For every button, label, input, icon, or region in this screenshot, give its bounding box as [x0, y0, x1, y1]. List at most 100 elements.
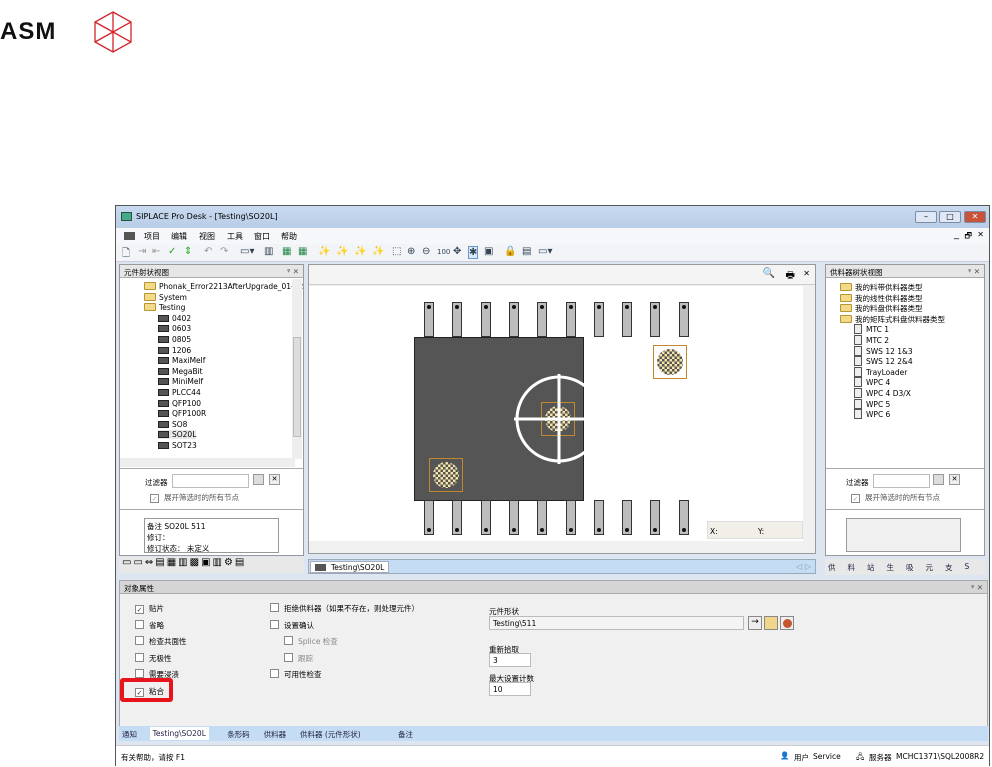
repick-input[interactable]: 3 — [489, 653, 531, 667]
pin-close-icons[interactable]: ᵠ ✕ — [971, 583, 983, 592]
menu-help[interactable]: 帮助 — [281, 231, 297, 242]
properties-tab[interactable]: 备注 — [398, 729, 413, 740]
checkbox-unchecked[interactable] — [135, 636, 144, 645]
mdi-close-button[interactable]: ✕ — [977, 230, 984, 239]
menu-tools[interactable]: 工具 — [227, 231, 243, 242]
menu-view[interactable]: 视图 — [199, 231, 215, 242]
checkbox-unchecked[interactable] — [284, 636, 293, 645]
feeder-panel-tab[interactable]: 料 — [848, 562, 856, 573]
mdi-minimize-button[interactable]: _ — [954, 229, 959, 240]
new-icon[interactable]: 🗋 — [122, 246, 130, 263]
tree-item[interactable]: 0402 — [158, 314, 191, 323]
pin-close-icons[interactable]: ᵠ ✕ — [287, 267, 299, 276]
properties-tab[interactable]: 供料器 (元件形状) — [300, 729, 361, 740]
tree-item[interactable]: 我的线性供料器类型 — [840, 293, 923, 304]
tree-item[interactable]: MiniMelf — [158, 377, 203, 386]
checkbox-unchecked[interactable] — [135, 652, 144, 662]
left-panel-tab-strip[interactable]: ▭▭⇔▤▦▥▩▣▥⚙▤ — [119, 557, 304, 573]
tree-item[interactable]: SOT23 — [158, 441, 197, 450]
zoom-out-icon[interactable]: ⊖ — [422, 246, 430, 257]
filter-apply-button[interactable] — [253, 474, 264, 485]
properties-tab[interactable]: Testing\SO20L — [149, 727, 209, 740]
zoom-100-icon[interactable]: 100 — [437, 248, 450, 256]
checkbox-unchecked[interactable] — [270, 669, 279, 678]
go-to-shape-button[interactable]: → — [748, 616, 762, 630]
checkbox-unchecked[interactable] — [135, 619, 144, 629]
tree-item[interactable]: QFP100 — [158, 399, 201, 408]
tree-item[interactable]: WPC 5 — [854, 398, 890, 409]
menu-project[interactable]: 项目 — [144, 231, 160, 242]
board2-icon[interactable]: ▦ — [298, 246, 307, 257]
tree-item[interactable]: QFP100R — [158, 409, 206, 418]
checkbox-unchecked[interactable] — [270, 603, 279, 612]
tree-vscrollbar[interactable] — [292, 279, 302, 459]
tab-scroll-arrows[interactable]: ◁ ▷ — [796, 562, 811, 571]
tree-item[interactable]: SWS 12 1&3 — [854, 345, 913, 356]
checkbox-col1-5[interactable]: ✓ 粘合 — [135, 686, 164, 697]
doc-tab-testing-so20l[interactable]: Testing\SO20L — [310, 561, 390, 573]
wand2-icon[interactable]: ✨ — [336, 246, 348, 257]
tree-item[interactable]: SO20L — [158, 430, 197, 440]
close-viewer-icon[interactable]: ✕ — [803, 269, 810, 278]
tree-item[interactable]: Phonak_Error2213AfterUpgrade_01-82 — [144, 282, 303, 291]
checkbox-col1-1[interactable]: 省略 — [135, 619, 164, 631]
filter-apply-button[interactable] — [933, 474, 944, 485]
open-folder-button[interactable] — [764, 616, 778, 630]
clear-shape-button[interactable] — [780, 616, 794, 630]
zoom-area-icon[interactable]: ⬚ — [392, 246, 401, 257]
tree-item[interactable]: WPC 4 — [854, 377, 890, 388]
checkbox-col1-4[interactable]: 需要浸渍 — [135, 669, 179, 680]
tree-item[interactable]: MTC 2 — [854, 335, 889, 345]
tree-item[interactable]: SWS 12 2&4 — [854, 356, 913, 367]
board-icon[interactable]: ▦ — [282, 246, 291, 257]
wand1-icon[interactable]: ✨ — [318, 246, 330, 257]
layout-icon[interactable]: ▭▾ — [538, 246, 552, 257]
outdent-icon[interactable]: ⇤ — [152, 246, 160, 257]
feeder-filter-input[interactable] — [873, 474, 930, 488]
panel-icon[interactable]: ▥ — [264, 246, 273, 257]
undo-icon[interactable]: ↶ — [204, 246, 212, 257]
menu-edit[interactable]: 编辑 — [171, 231, 187, 242]
search-icon[interactable]: 🔍 — [763, 268, 775, 279]
close-button[interactable]: ✕ — [964, 211, 986, 223]
checkbox-unchecked[interactable] — [284, 652, 293, 662]
checkbox-checked[interactable]: ✓ — [135, 605, 144, 614]
checkbox-col2-0[interactable]: 拒绝供料器（如果不存在，则处理元件） — [270, 603, 419, 614]
notes-box[interactable]: 备注 SO20L 511 修订： 修订状态： 未定义 — [144, 518, 279, 553]
indent-icon[interactable]: ⇥ — [138, 246, 146, 257]
tree-item[interactable]: 1206 — [158, 346, 191, 355]
wand4-icon[interactable]: ✨ — [372, 246, 384, 257]
feeder-panel-tab[interactable]: 生 — [887, 562, 895, 573]
checkbox-unchecked[interactable] — [135, 669, 144, 678]
tree-item[interactable]: 我的矩阵式料盘供料器类型 — [840, 314, 945, 325]
tree-item[interactable]: SO8 — [158, 420, 187, 429]
tree-item[interactable]: System — [144, 292, 187, 302]
tree-item[interactable]: MTC 1 — [854, 324, 889, 335]
lock-icon[interactable]: 🔒 — [504, 246, 516, 257]
tree-hscrollbar[interactable] — [120, 458, 295, 467]
viewer-hscrollbar[interactable] — [309, 541, 804, 553]
pan-icon[interactable]: ✥ — [453, 246, 461, 257]
tree-item[interactable]: MegaBit — [158, 367, 203, 376]
feeder-panel-tab[interactable]: 站 — [867, 562, 875, 573]
expand-all-checkbox[interactable]: ✓ 展开筛选时的所有节点 — [150, 492, 239, 503]
shape-input[interactable]: Testing\511 — [489, 616, 744, 630]
shape-canvas[interactable]: X: Y: — [309, 286, 804, 541]
tree-item[interactable]: PLCC44 — [158, 388, 201, 397]
menu-window[interactable]: 窗口 — [254, 231, 270, 242]
fit-icon[interactable]: ▣ — [484, 246, 493, 257]
pin-close-icons[interactable]: ᵠ ✕ — [968, 267, 980, 276]
viewer-vscrollbar[interactable] — [803, 286, 815, 541]
tree-item[interactable]: 0603 — [158, 324, 191, 333]
tree-item[interactable]: 我的料盘供料器类型 — [840, 303, 923, 314]
checkbox-col2-2[interactable]: Splice 检查 — [284, 636, 338, 647]
tree-item[interactable]: 我的料带供料器类型 — [840, 282, 923, 293]
max-setup-count-input[interactable]: 10 — [489, 682, 531, 696]
feeder-panel-tab[interactable]: 供 — [828, 562, 836, 573]
tree-item[interactable]: WPC 6 — [854, 409, 890, 420]
zoom-in-icon[interactable]: ⊕ — [407, 246, 415, 257]
mdi-restore-button[interactable]: 🗗 — [964, 230, 972, 244]
checkbox-unchecked[interactable] — [270, 619, 279, 629]
feeder-panel-tab[interactable]: 元 — [926, 562, 934, 573]
feeder-notes-box[interactable] — [846, 518, 961, 552]
